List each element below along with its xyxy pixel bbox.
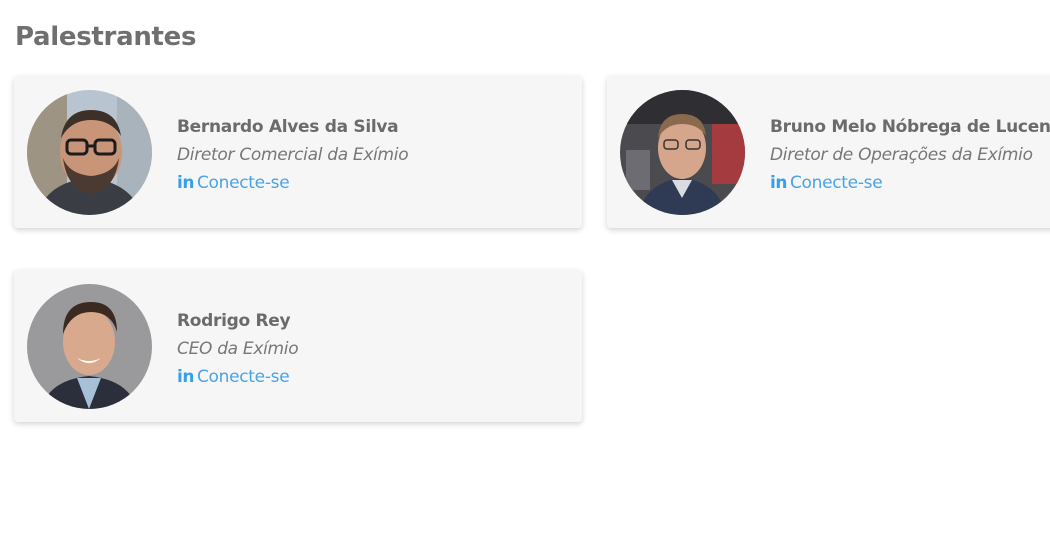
linkedin-connect-link[interactable]: in Conecte-se [770,169,1050,197]
connect-label: Conecte-se [196,173,290,193]
speaker-role: Diretor Comercial da Exímio [177,145,409,165]
linkedin-icon: in [770,173,787,193]
linkedin-connect-link[interactable]: in Conecte-se [177,363,298,391]
speaker-card: Bruno Melo Nóbrega de Lucena Diretor de … [607,76,1050,228]
speaker-name: Bruno Melo Nóbrega de Lucena [770,117,1050,137]
speaker-card: Rodrigo Rey CEO da Exímio in Conecte-se [14,270,582,422]
speaker-role: CEO da Exímio [177,339,299,359]
speaker-role: Diretor de Operações da Exímio [770,145,1033,165]
speaker-avatar [27,284,152,409]
connect-label: Conecte-se [196,367,290,387]
speaker-card: Bernardo Alves da Silva Diretor Comercia… [14,76,582,228]
linkedin-connect-link[interactable]: in Conecte-se [177,169,408,197]
linkedin-icon: in [177,367,194,387]
speaker-name: Rodrigo Rey [177,311,291,331]
linkedin-icon: in [177,173,194,193]
speaker-name: Bernardo Alves da Silva [177,117,399,137]
speaker-avatar [27,90,152,215]
speaker-avatar [620,90,745,215]
connect-label: Conecte-se [789,173,883,193]
section-title: Palestrantes [15,22,197,52]
